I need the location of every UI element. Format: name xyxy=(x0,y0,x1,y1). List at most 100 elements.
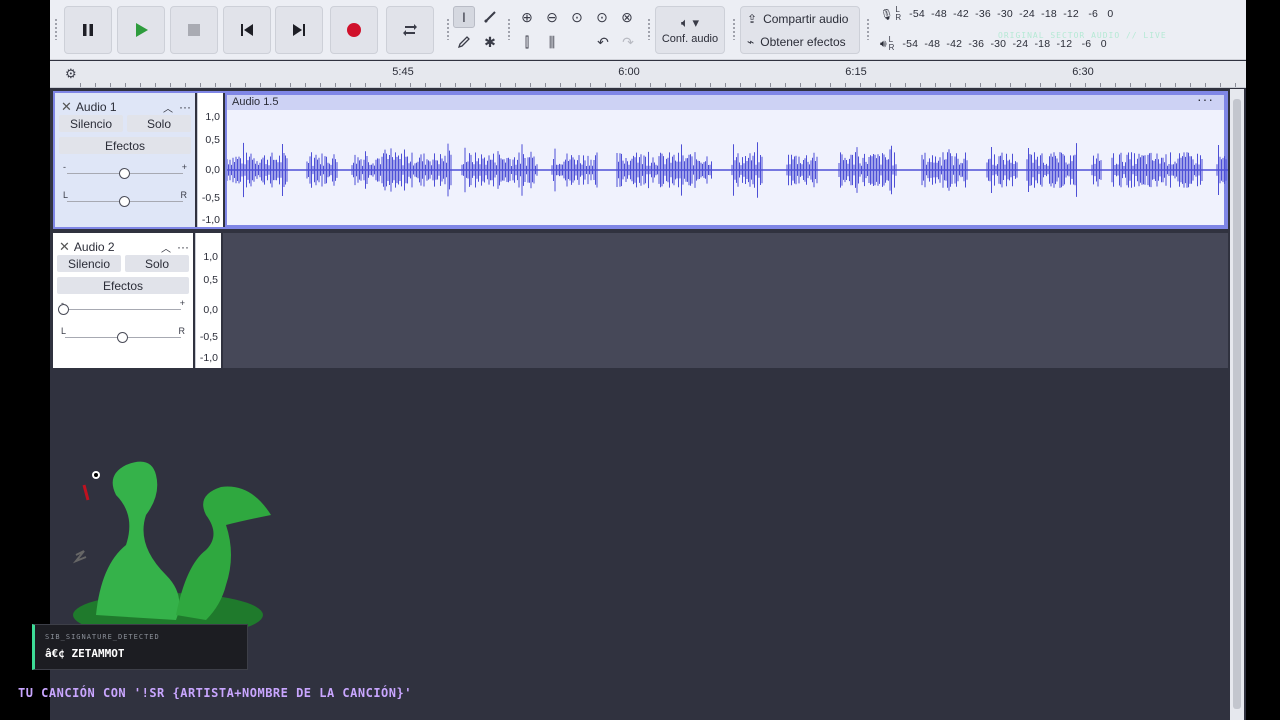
skip-to-start-button[interactable] xyxy=(223,6,271,54)
zoom-toggle-button[interactable]: ⊗ xyxy=(616,6,638,28)
pan-slider[interactable]: L R xyxy=(63,190,187,208)
track-name[interactable]: Audio 1 xyxy=(76,100,163,114)
track-name[interactable]: Audio 2 xyxy=(74,240,161,254)
zoom-in-button[interactable]: ⊕ xyxy=(516,6,538,28)
close-track-icon[interactable]: ✕ xyxy=(61,99,72,115)
vertical-scale[interactable]: 1,0 0,5 0,0 -0,5 -1,0 xyxy=(197,93,223,227)
record-meter[interactable]: 🎙︎ LR -54 -48 -42 -36 -30 -24 -18 -12 -6… xyxy=(880,4,1113,24)
trim-button[interactable]: ⫿ xyxy=(516,31,538,53)
gain-slider[interactable]: - + xyxy=(63,162,187,180)
audio-setup-grip[interactable] xyxy=(647,18,651,40)
scale-label: -0,5 xyxy=(199,331,218,343)
pan-knob[interactable] xyxy=(117,332,128,343)
redo-button[interactable]: ↷ xyxy=(617,31,639,53)
track-audio-2[interactable]: ✕ Audio 2 ︿ ··· Silencio Solo Efectos - … xyxy=(53,233,1228,368)
pause-icon xyxy=(83,24,93,36)
gain-knob[interactable] xyxy=(119,168,130,179)
tools-grip[interactable] xyxy=(446,18,450,40)
ruler-tick xyxy=(605,83,606,87)
ruler-tick xyxy=(365,83,366,87)
gain-plus-label: + xyxy=(179,298,185,308)
collapse-chevron-icon[interactable]: ︿ xyxy=(163,100,173,115)
draw-tool-button[interactable] xyxy=(453,31,475,53)
ruler-tick xyxy=(920,83,921,87)
get-effects-button[interactable]: ⌁ Obtener efectos xyxy=(747,31,846,53)
ruler-tick xyxy=(485,83,486,87)
stop-button[interactable] xyxy=(170,6,218,54)
pause-button[interactable] xyxy=(64,6,112,54)
envelope-tool-button[interactable] xyxy=(479,6,501,28)
ruler-tick xyxy=(1010,83,1011,87)
silence-button[interactable]: ⫼ xyxy=(541,31,563,53)
audio-setup-button[interactable]: 🔈︎ ▾ Conf. audio xyxy=(655,6,725,54)
zoom-out-button[interactable]: ⊖ xyxy=(541,6,563,28)
ruler-tick xyxy=(425,83,426,87)
play-button[interactable] xyxy=(117,6,165,54)
solo-button[interactable]: Solo xyxy=(127,115,191,132)
undo-button[interactable]: ↶ xyxy=(592,31,614,53)
scale-label: -0,5 xyxy=(201,192,220,204)
scrollbar-thumb[interactable] xyxy=(1233,99,1241,709)
share-grip[interactable] xyxy=(732,18,736,40)
envelope-icon xyxy=(484,11,496,23)
track-audio-1[interactable]: ✕ Audio 1 ︿ ··· Silencio Solo Efectos - … xyxy=(53,91,1228,229)
vertical-scale[interactable]: 1,0 0,5 0,0 -0,5 -1,0 xyxy=(195,233,221,368)
ruler-tick xyxy=(575,83,576,87)
pan-knob[interactable] xyxy=(119,196,130,207)
track-control-panel[interactable]: ✕ Audio 1 ︿ ··· Silencio Solo Efectos - … xyxy=(55,93,195,227)
effects-button[interactable]: Efectos xyxy=(59,137,191,154)
speaker-meter-icon: 🔊︎ xyxy=(880,37,887,50)
zoom-out-icon: ⊖ xyxy=(546,8,558,25)
toolbar-grip[interactable] xyxy=(54,18,58,40)
ruler-tick xyxy=(680,83,681,87)
record-button[interactable] xyxy=(330,6,378,54)
meter-grip[interactable] xyxy=(866,18,870,40)
scale-label: 0,0 xyxy=(205,164,220,176)
collapse-chevron-icon[interactable]: ︿ xyxy=(161,240,171,255)
ruler-tick xyxy=(110,83,111,87)
settings-gear-icon[interactable]: ⚙ xyxy=(65,66,77,82)
ruler-tick xyxy=(1040,83,1041,87)
track-menu-icon[interactable]: ··· xyxy=(177,240,189,254)
solo-button[interactable]: Solo xyxy=(125,255,189,272)
vertical-scrollbar[interactable] xyxy=(1230,89,1244,720)
clip-header[interactable]: Audio 1.5 ··· xyxy=(227,92,1224,110)
skip-start-icon xyxy=(241,24,253,36)
ruler-tick xyxy=(590,83,591,87)
select-tool-button[interactable]: I xyxy=(453,6,475,28)
ruler-tick xyxy=(725,83,726,87)
pan-left-label: L xyxy=(61,326,67,336)
serpent-mascot-image xyxy=(72,461,271,635)
gain-slider[interactable]: - + xyxy=(58,298,185,316)
track-control-panel[interactable]: ✕ Audio 2 ︿ ··· Silencio Solo Efectos - … xyxy=(53,233,193,368)
timeline-ruler[interactable]: ⚙ 5:45 6:00 6:15 6:30 xyxy=(50,61,1246,88)
undo-icon: ↶ xyxy=(597,33,609,50)
edit-grip[interactable] xyxy=(507,18,511,40)
ruler-tick xyxy=(1220,83,1221,87)
share-audio-button[interactable]: ⇪ Compartir audio xyxy=(747,8,848,30)
ruler-tick xyxy=(410,83,411,87)
empty-clip-area[interactable] xyxy=(223,233,1228,368)
ruler-tick-label: 6:30 xyxy=(1072,66,1094,78)
loop-button[interactable] xyxy=(386,6,434,54)
clip-menu-icon[interactable]: ··· xyxy=(1197,92,1214,107)
zoom-selection-icon: ⊙ xyxy=(571,8,583,25)
fit-selection-button[interactable]: ⊙ xyxy=(566,6,588,28)
skip-to-end-button[interactable] xyxy=(275,6,323,54)
close-track-icon[interactable]: ✕ xyxy=(59,239,70,255)
pan-slider[interactable]: L R xyxy=(61,326,185,344)
mute-button[interactable]: Silencio xyxy=(57,255,121,272)
ruler-tick xyxy=(350,83,351,87)
track-menu-icon[interactable]: ··· xyxy=(179,100,191,114)
audio-clip[interactable]: Audio 1.5 ··· xyxy=(225,92,1228,227)
gain-knob[interactable] xyxy=(58,304,69,315)
mute-button[interactable]: Silencio xyxy=(59,115,123,132)
effects-button[interactable]: Efectos xyxy=(57,277,189,294)
skip-end-icon xyxy=(293,24,305,36)
clip-area[interactable]: Audio 1.5 ··· xyxy=(225,92,1228,227)
pan-right-label: R xyxy=(180,190,188,200)
ruler-tick xyxy=(380,83,381,87)
fit-project-button[interactable]: ⊙ xyxy=(591,6,613,28)
scale-label: -1,0 xyxy=(199,352,218,364)
multi-tool-button[interactable]: ✱ xyxy=(479,31,501,53)
